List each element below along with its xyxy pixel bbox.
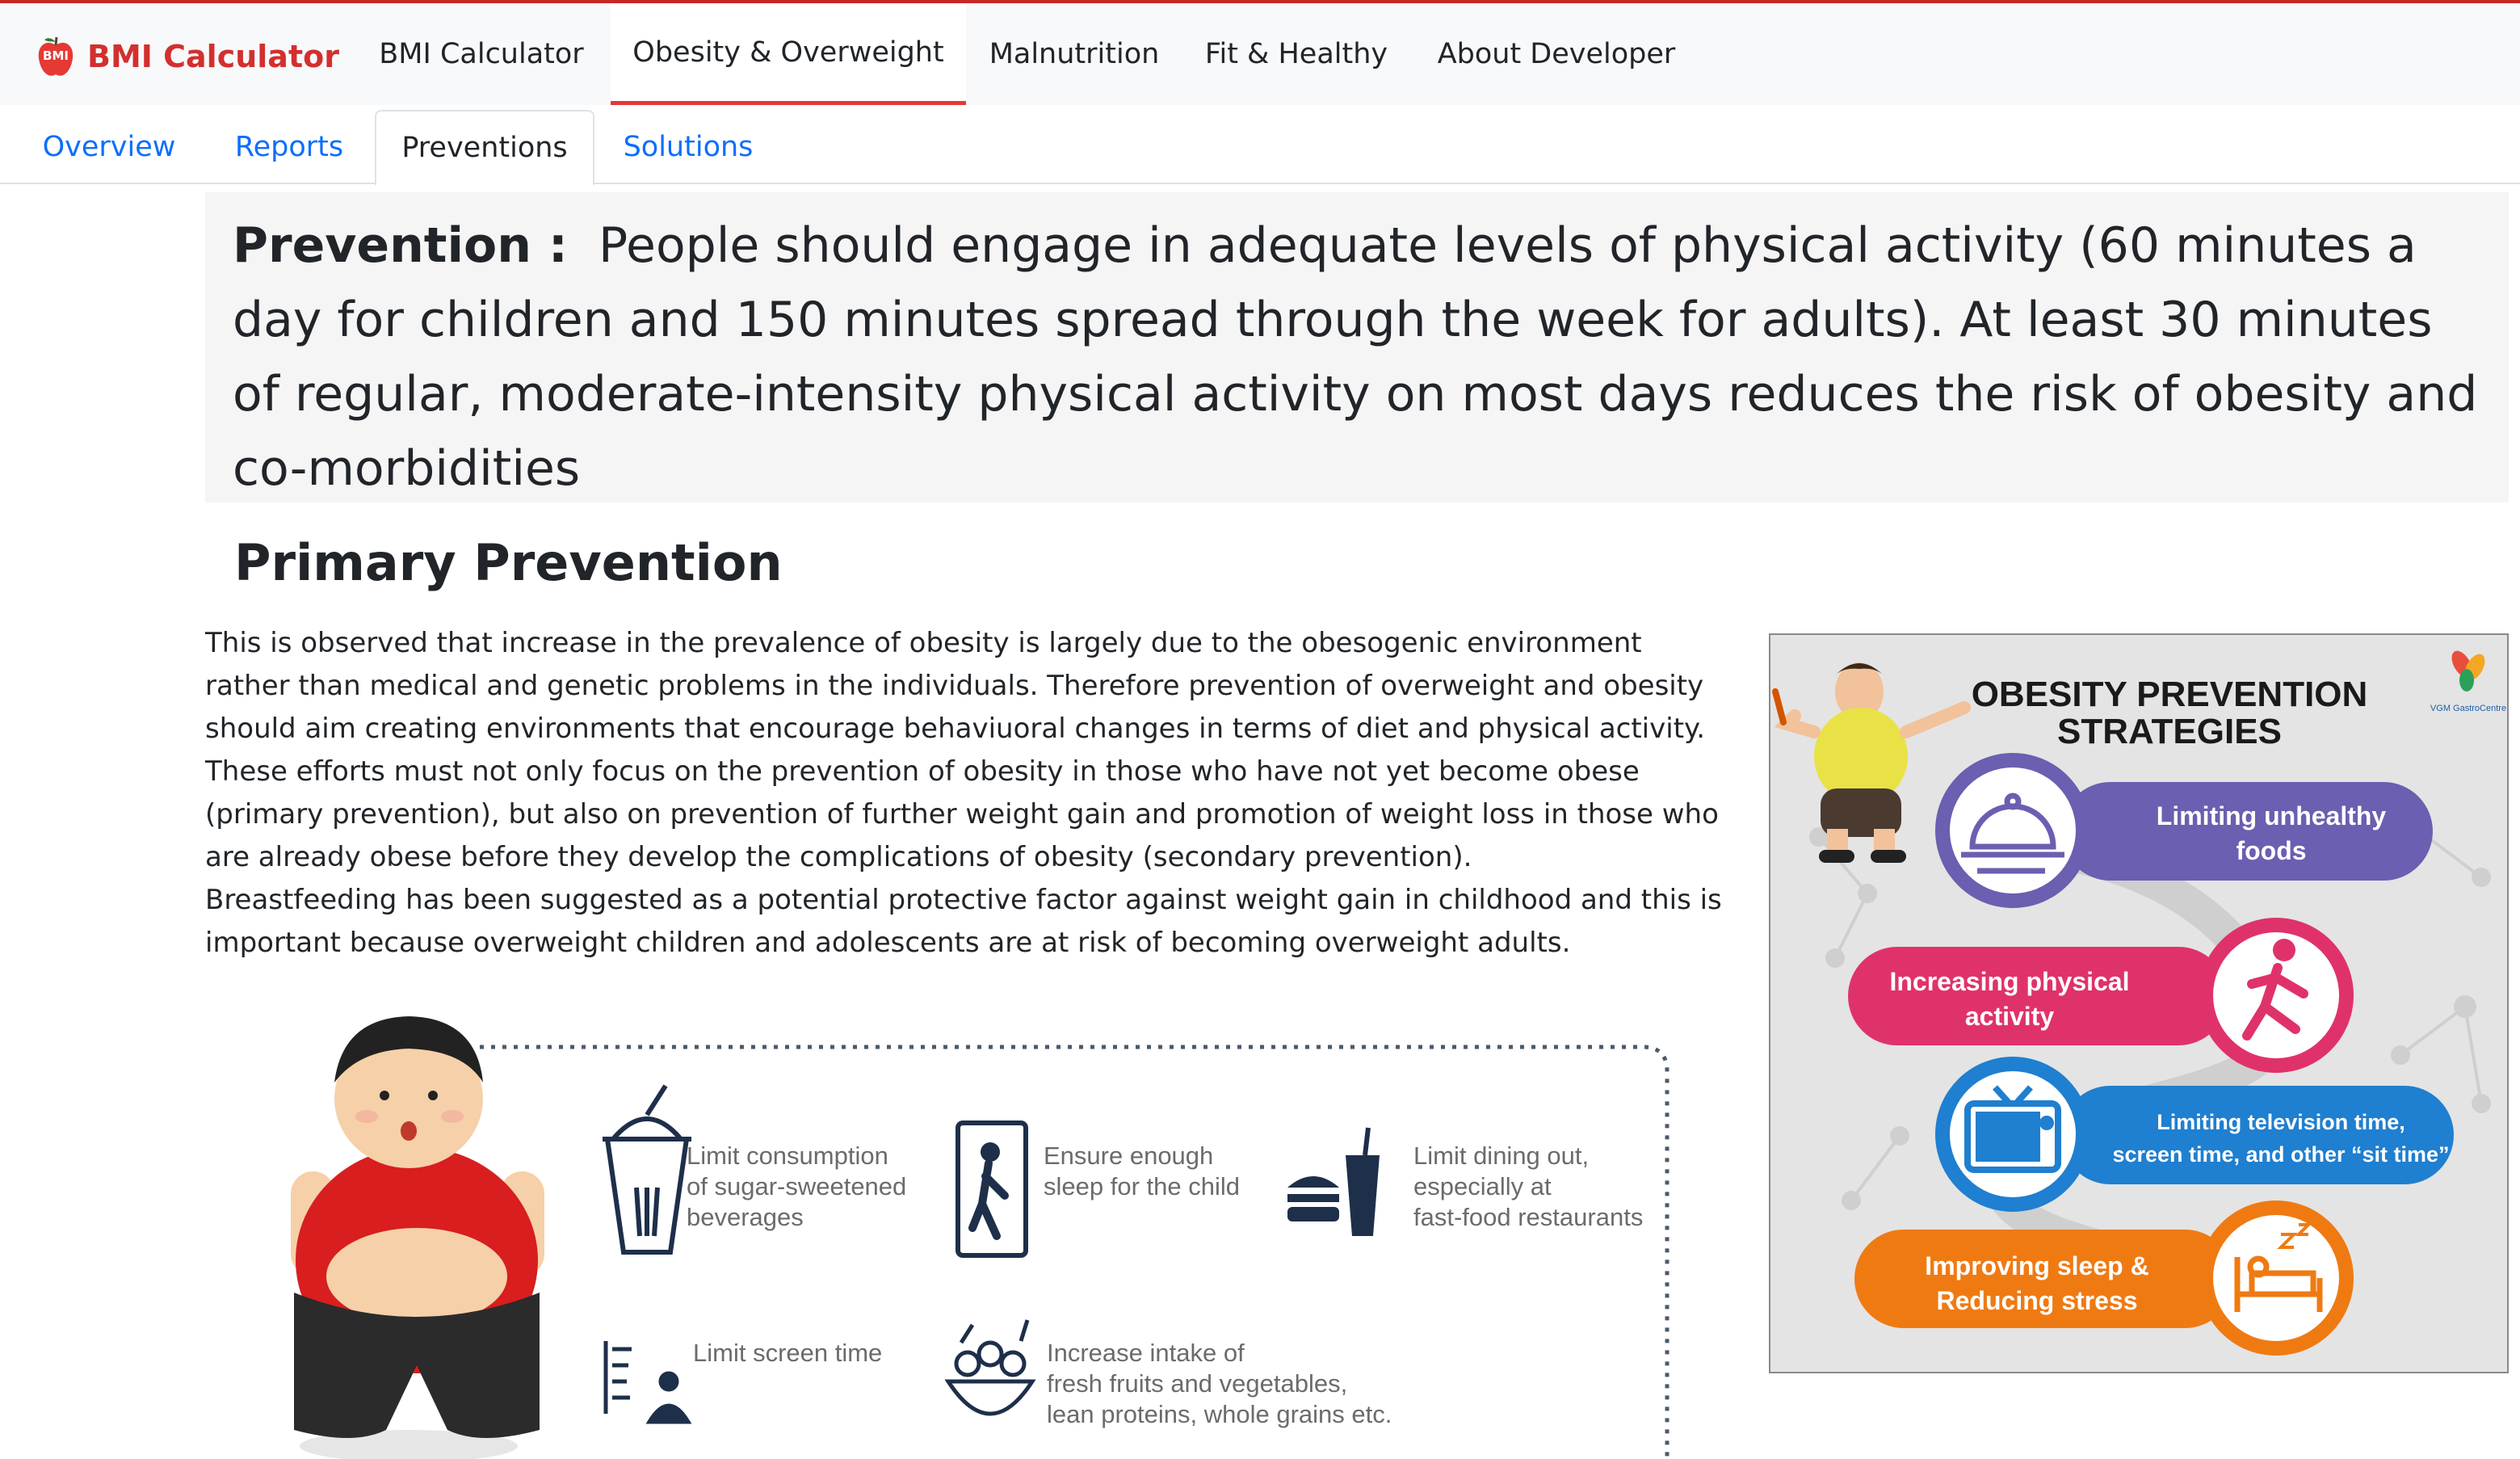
brand-name: BMI Calculator: [87, 39, 339, 74]
tip-limit-screen-time: Limit screen time: [693, 1339, 883, 1367]
vgm-gastrocentre-logo-icon: [2451, 650, 2485, 692]
strategies-title-line2: STRATEGIES: [2057, 712, 2282, 751]
prevention-callout: Prevention : People should engage in ade…: [205, 192, 2509, 502]
sleep-phone-icon: [956, 1121, 1028, 1258]
strategy-2-line2: activity: [1965, 1002, 2054, 1031]
fast-food-icon: [1287, 1127, 1380, 1236]
brand-link[interactable]: BMI BMI Calculator: [36, 31, 339, 82]
strategy-3-line2: screen time, and other “sit time”: [2112, 1142, 2449, 1167]
strategy-1-line1: Limiting unhealthy: [2157, 801, 2387, 830]
top-navbar: BMI BMI Calculator BMI Calculator Obesit…: [0, 3, 2520, 105]
primary-prevention-body: This is observed that increase in the pr…: [205, 622, 1724, 965]
logo-caption: VGM GastroCentre: [2430, 704, 2506, 713]
tip-sugar-beverages: Limit consumption of sugar-sweetened bever…: [687, 1142, 907, 1231]
apple-logo-icon: BMI: [36, 34, 76, 79]
drink-cup-icon: [603, 1084, 691, 1255]
nav-malnutrition[interactable]: Malnutrition: [974, 3, 1174, 105]
strategy-improving-sleep: Improving sleep & Reducing stress: [1854, 1200, 2354, 1356]
strategy-increasing-physical-activity: Increasing physical activity: [1848, 918, 2354, 1073]
body-paragraph-3: Breastfeeding has been suggested as a po…: [205, 884, 1722, 959]
tip-limit-dining-out: Limit dining out, especially at fast-food …: [1413, 1142, 1644, 1231]
strategies-title-line1: OBESITY PREVENTION: [1972, 675, 2368, 714]
tip-fruits-vegetables: Increase intake of fresh fruits and veget…: [1047, 1339, 1392, 1428]
nav-fit-healthy[interactable]: Fit & Healthy: [1191, 3, 1402, 105]
prevention-text: People should engage in adequate levels …: [233, 217, 2478, 497]
strategy-4-line1: Improving sleep &: [1925, 1251, 2148, 1280]
strategy-2-line1: Increasing physical: [1889, 967, 2129, 996]
body-paragraph-2: These efforts must not only focus on the…: [205, 755, 1719, 873]
strategy-3-line1: Limiting television time,: [2157, 1110, 2405, 1134]
tip-enough-sleep: Ensure enough sleep for the child: [1044, 1142, 1240, 1200]
tab-reports[interactable]: Reports: [212, 110, 367, 184]
child-obesity-prevention-image: Limit consumption of sugar-sweetened bever…: [205, 994, 1683, 1459]
body-paragraph-1: This is observed that increase in the pr…: [205, 627, 1706, 745]
nav-obesity-overweight[interactable]: Obesity & Overweight: [611, 3, 966, 105]
strategy-1-line2: foods: [2236, 836, 2306, 865]
prevention-paragraph: Prevention : People should engage in ade…: [233, 208, 2481, 506]
tab-preventions[interactable]: Preventions: [375, 110, 594, 186]
prevention-label: Prevention :: [233, 217, 568, 274]
salad-bowl-icon: [944, 1319, 1036, 1416]
nav-about-developer[interactable]: About Developer: [1423, 3, 1690, 105]
tab-overview[interactable]: Overview: [24, 110, 194, 184]
primary-prevention-heading: Primary Prevention: [234, 533, 783, 592]
strategy-4-line2: Reducing stress: [1937, 1286, 2138, 1315]
logo-text: BMI: [43, 48, 69, 63]
tab-solutions[interactable]: Solutions: [607, 110, 769, 184]
obesity-prevention-strategies-image: VGM GastroCentre OBESITY PREVENTION STRA…: [1769, 633, 2509, 1373]
nav-bmi-calculator[interactable]: BMI Calculator: [360, 3, 603, 105]
sub-tabs: Overview Reports Preventions Solutions: [0, 105, 2520, 186]
screen-time-icon: [603, 1341, 692, 1424]
